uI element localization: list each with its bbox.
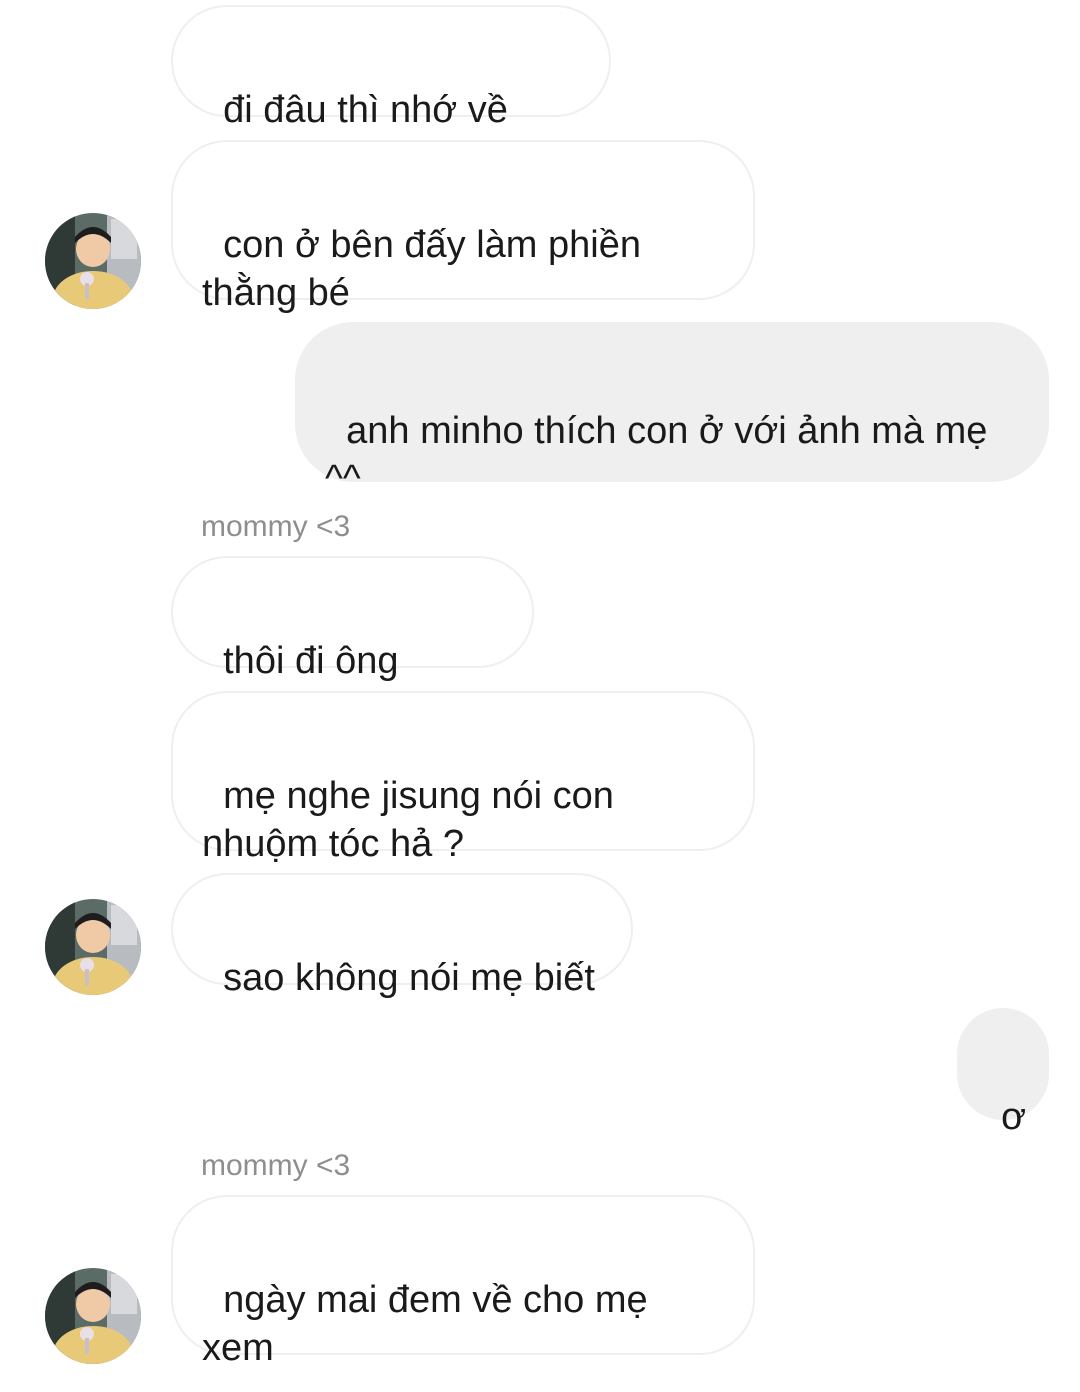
message-text: ơ: [1001, 1096, 1027, 1138]
message-text: sao không nói mẹ biết: [223, 957, 595, 999]
contact-avatar[interactable]: [45, 1268, 141, 1364]
contact-avatar[interactable]: [45, 899, 141, 995]
contact-avatar-photo-icon: [45, 213, 141, 309]
outgoing-message[interactable]: ơ: [957, 1008, 1049, 1138]
incoming-message[interactable]: con ở bên đấy làm phiền thằng bé: [171, 140, 755, 314]
contact-avatar[interactable]: [45, 213, 141, 309]
contact-avatar-photo-icon: [45, 1268, 141, 1364]
incoming-message[interactable]: thôi đi ông tướng: [171, 556, 534, 730]
message-text: mẹ nghe jisung nói con nhuộm tóc hả ?: [202, 775, 614, 865]
message-text: ngày mai đem về cho mẹ xem: [202, 1279, 648, 1369]
outgoing-message[interactable]: anh minho thích con ở với ảnh mà mẹ ^^: [295, 322, 1049, 500]
sender-label: mommy <3: [201, 1149, 351, 1182]
incoming-message[interactable]: sao không nói mẹ biết: [171, 873, 633, 999]
incoming-message[interactable]: đi đâu thì nhớ về nha: [171, 5, 611, 179]
contact-avatar-photo-icon: [45, 899, 141, 995]
message-text: con ở bên đấy làm phiền thằng bé: [202, 224, 641, 314]
message-text: anh minho thích con ở với ảnh mà mẹ ^^: [325, 410, 988, 500]
sender-label: mommy <3: [201, 510, 351, 543]
incoming-message[interactable]: ngày mai đem về cho mẹ xem: [171, 1195, 755, 1369]
incoming-message[interactable]: mẹ nghe jisung nói con nhuộm tóc hả ?: [171, 691, 755, 865]
